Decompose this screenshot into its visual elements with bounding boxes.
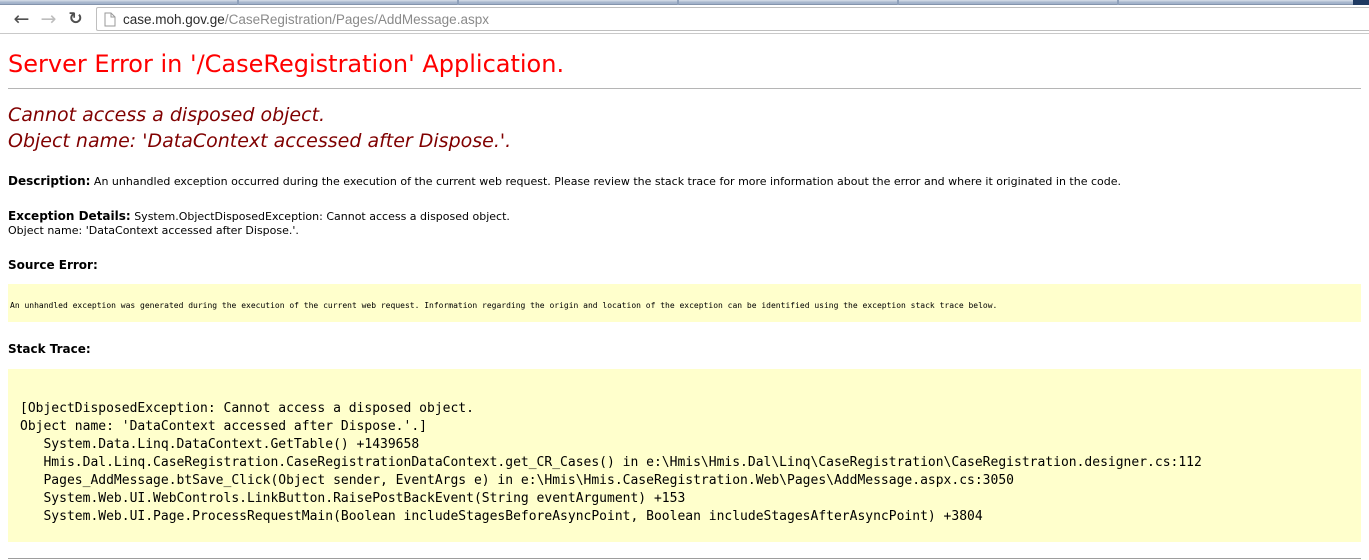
error-subtitle-line2: Object name: 'DataContext accessed after… xyxy=(8,130,511,152)
page-icon xyxy=(104,12,116,27)
tab-separator xyxy=(237,0,239,5)
stack-trace-text: [ObjectDisposedException: Cannot access … xyxy=(8,369,1361,542)
stack-trace-heading: Stack Trace: xyxy=(8,342,1361,357)
description-text: An unhandled exception occurred during t… xyxy=(94,175,1121,188)
tab-separator xyxy=(897,0,899,5)
exception-details-row: Exception Details: System.ObjectDisposed… xyxy=(8,209,1361,238)
url-domain: case.moh.gov.ge xyxy=(123,12,225,27)
description-label: Description: xyxy=(8,174,90,188)
back-button[interactable]: ← xyxy=(8,10,35,29)
source-error-text: An unhandled exception was generated dur… xyxy=(10,301,997,310)
tab-separator xyxy=(457,0,459,5)
stack-trace-label: Stack Trace: xyxy=(8,342,91,356)
address-bar[interactable]: case.moh.gov.ge/CaseRegistration/Pages/A… xyxy=(96,7,1369,31)
reload-button[interactable]: ↻ xyxy=(62,11,89,28)
footer-divider xyxy=(8,558,1361,559)
source-error-heading: Source Error: xyxy=(8,258,1361,273)
title-divider xyxy=(8,88,1361,89)
tab-separator xyxy=(1117,0,1119,5)
forward-button[interactable]: → xyxy=(35,10,62,29)
tab-separator xyxy=(677,0,679,5)
error-page: Server Error in '/CaseRegistration' Appl… xyxy=(0,50,1369,560)
source-error-label: Source Error: xyxy=(8,258,98,272)
browser-tab-strip[interactable] xyxy=(0,0,1369,5)
error-subtitle: Cannot access a disposed object. Object n… xyxy=(8,102,1361,154)
exception-details-text: System.ObjectDisposedException: Cannot a… xyxy=(134,210,510,223)
window-frame-corner xyxy=(1353,0,1369,5)
exception-details-label: Exception Details: xyxy=(8,209,131,223)
url-text: case.moh.gov.ge/CaseRegistration/Pages/A… xyxy=(123,12,489,27)
browser-toolbar: ← → ↻ case.moh.gov.ge/CaseRegistration/P… xyxy=(0,5,1369,34)
description-row: Description: An unhandled exception occu… xyxy=(8,174,1361,189)
browser-window: ← → ↻ case.moh.gov.ge/CaseRegistration/P… xyxy=(0,0,1369,34)
exception-object-name: Object name: 'DataContext accessed after… xyxy=(8,224,299,237)
stack-trace-box: [ObjectDisposedException: Cannot access … xyxy=(8,369,1361,542)
page-title: Server Error in '/CaseRegistration' Appl… xyxy=(8,50,1361,78)
source-error-box: An unhandled exception was generated dur… xyxy=(8,284,1361,322)
error-subtitle-line1: Cannot access a disposed object. xyxy=(8,104,325,126)
url-path: /CaseRegistration/Pages/AddMessage.aspx xyxy=(225,12,489,27)
